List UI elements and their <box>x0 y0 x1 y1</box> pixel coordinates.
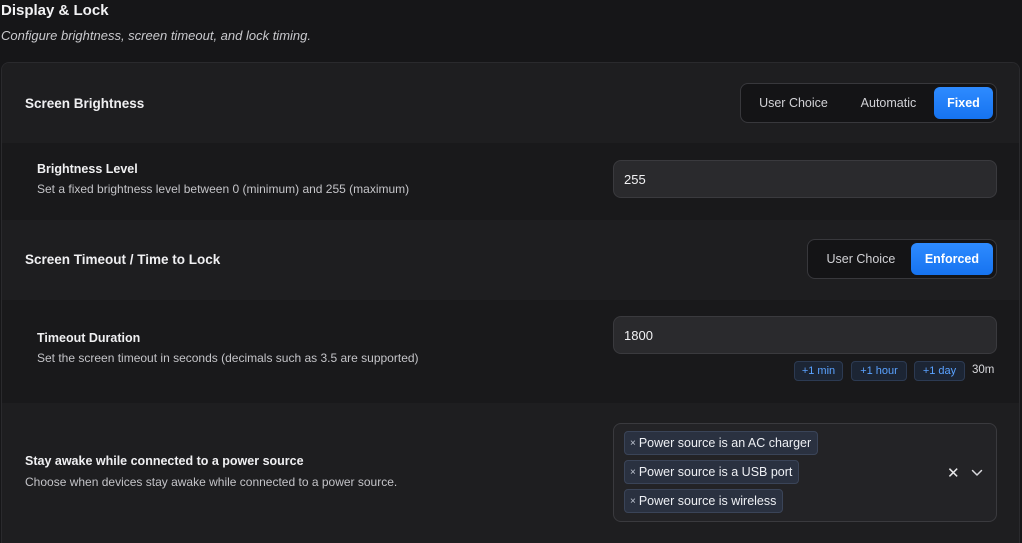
timeout-title: Screen Timeout / Time to Lock <box>25 252 221 267</box>
timeout-readout: 30m <box>972 364 995 376</box>
add-1-hour-button[interactable]: +1 hour <box>851 361 907 381</box>
brightness-title: Screen Brightness <box>25 96 145 111</box>
timeout-mode-toggle: User Choice Enforced <box>807 239 997 279</box>
stay-awake-row: Stay awake while connected to a power so… <box>2 403 1019 543</box>
chevron-down-icon[interactable] <box>971 468 983 478</box>
timeout-option-user-choice[interactable]: User Choice <box>811 243 911 275</box>
brightness-level-label: Brightness Level <box>37 162 138 176</box>
tag-label: Power source is a USB port <box>638 465 793 479</box>
tag-ac-charger: × Power source is an AC charger <box>624 431 819 455</box>
brightness-mode-toggle: User Choice Automatic Fixed <box>740 83 997 123</box>
add-1-day-button[interactable]: +1 day <box>914 361 965 381</box>
timeout-option-enforced[interactable]: Enforced <box>910 243 993 275</box>
stay-awake-title: Stay awake while connected to a power so… <box>25 454 304 468</box>
timeout-duration-description: Set the screen timeout in seconds (decim… <box>37 351 419 365</box>
stay-awake-description: Choose when devices stay awake while con… <box>25 475 398 489</box>
tag-remove-icon[interactable]: × <box>630 496 636 507</box>
timeout-row: Screen Timeout / Time to Lock User Choic… <box>2 220 1019 300</box>
brightness-row: Screen Brightness User Choice Automatic … <box>2 63 1019 143</box>
page-title: Display & Lock <box>1 2 109 19</box>
timeout-duration-input[interactable] <box>613 316 997 354</box>
brightness-option-automatic[interactable]: Automatic <box>843 87 934 119</box>
tag-wireless: × Power source is wireless <box>624 489 784 513</box>
brightness-level-input[interactable] <box>613 160 997 198</box>
close-icon[interactable]: ✕ <box>947 464 960 482</box>
tag-label: Power source is wireless <box>638 494 777 508</box>
tag-usb-port: × Power source is a USB port <box>624 460 800 484</box>
tag-remove-icon[interactable]: × <box>630 467 636 478</box>
tag-remove-icon[interactable]: × <box>630 438 636 449</box>
add-1-min-button[interactable]: +1 min <box>794 361 843 381</box>
page-subtitle: Configure brightness, screen timeout, an… <box>1 28 311 43</box>
timeout-duration-row: Timeout Duration Set the screen timeout … <box>2 300 1019 403</box>
brightness-level-row: Brightness Level Set a fixed brightness … <box>2 143 1019 220</box>
timeout-duration-label: Timeout Duration <box>37 331 141 345</box>
tag-label: Power source is an AC charger <box>638 436 812 450</box>
brightness-level-description: Set a fixed brightness level between 0 (… <box>37 182 410 196</box>
power-source-select[interactable]: × Power source is an AC charger × Power … <box>613 423 997 522</box>
settings-card: Screen Brightness User Choice Automatic … <box>1 62 1020 543</box>
brightness-option-user-choice[interactable]: User Choice <box>744 87 843 119</box>
brightness-option-fixed[interactable]: Fixed <box>934 87 993 119</box>
